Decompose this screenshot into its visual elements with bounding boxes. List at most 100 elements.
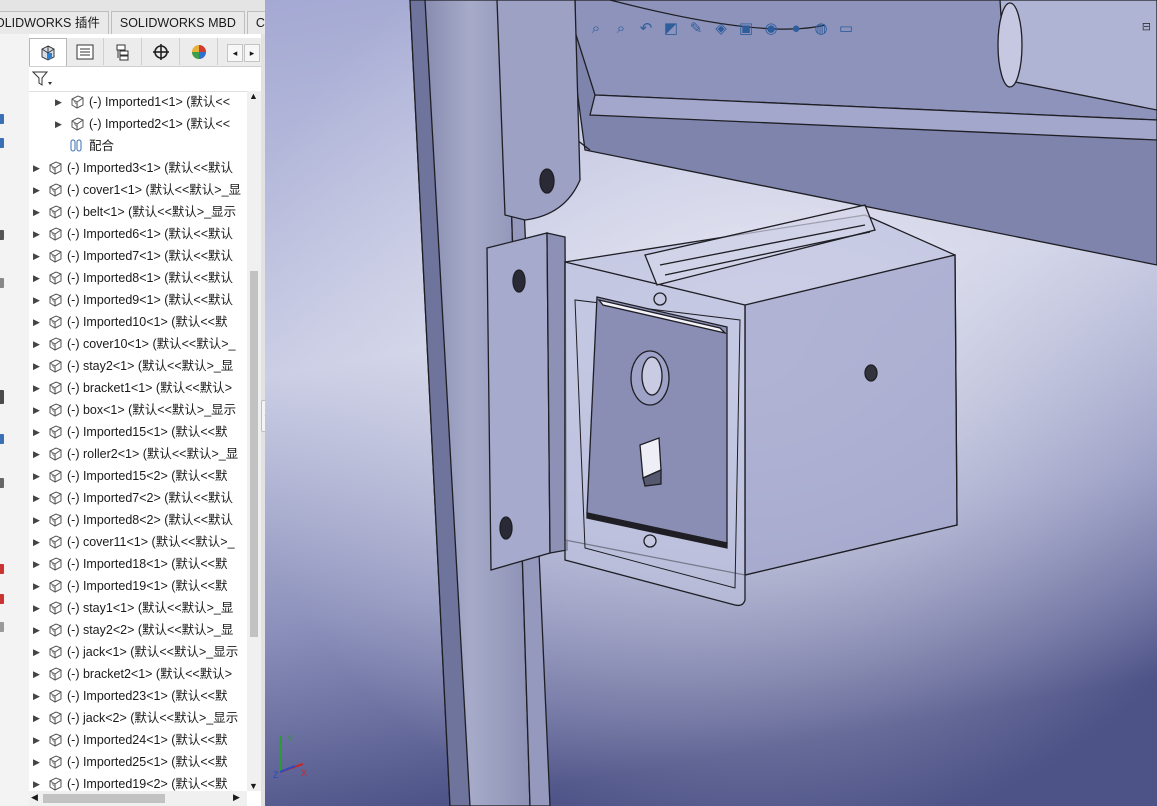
expand-arrow-icon[interactable]: ▶	[33, 575, 40, 597]
expand-arrow-icon[interactable]: ▶	[55, 91, 62, 113]
apply-scene-icon[interactable]: ◍	[810, 17, 832, 39]
expand-arrow-icon[interactable]: ▶	[33, 333, 40, 355]
zoom-to-area-icon[interactable]: ⌕	[610, 17, 632, 39]
tab-scroll-right-icon[interactable]: ▸	[244, 44, 260, 62]
zoom-to-fit-icon[interactable]: ⌕	[585, 17, 607, 39]
task-icon[interactable]	[0, 114, 4, 124]
expand-arrow-icon[interactable]: ▶	[33, 289, 40, 311]
display-style-icon[interactable]: ▣	[735, 17, 757, 39]
tree-item-mates[interactable]: 配合	[29, 135, 249, 157]
edit-appearance-icon[interactable]: ●	[785, 17, 807, 39]
tree-item[interactable]: ▶ (-) box<1> (默认<<默认>_显示	[29, 399, 249, 421]
previous-view-icon[interactable]: ↶	[635, 17, 657, 39]
tree-item[interactable]: ▶ (-) Imported10<1> (默认<<默	[29, 311, 249, 333]
tree-item[interactable]: ▶ (-) stay1<1> (默认<<默认>_显	[29, 597, 249, 619]
tree-item[interactable]: ▶ (-) jack<1> (默认<<默认>_显示	[29, 641, 249, 663]
tree-item[interactable]: ▶ (-) cover11<1> (默认<<默认>_	[29, 531, 249, 553]
tree-item[interactable]: ▶ (-) Imported24<1> (默认<<默	[29, 729, 249, 751]
expand-arrow-icon[interactable]: ▶	[33, 553, 40, 575]
tab-solidworks-mbd[interactable]: SOLIDWORKS MBD	[110, 11, 245, 34]
expand-arrow-icon[interactable]: ▶	[33, 377, 40, 399]
tree-item[interactable]: ▶ (-) belt<1> (默认<<默认>_显示	[29, 201, 249, 223]
tree-item[interactable]: ▶ (-) roller2<1> (默认<<默认>_显	[29, 443, 249, 465]
graphics-area[interactable]: X Y Z ⌕ ⌕ ↶ ◩ ✎ ◈ ▣ ◉ ● ◍ ▭ ⊟	[265, 0, 1157, 806]
tree-item[interactable]: ▶ (-) jack<2> (默认<<默认>_显示	[29, 707, 249, 729]
expand-arrow-icon[interactable]: ▶	[33, 641, 40, 663]
filter-icon[interactable]	[31, 70, 54, 92]
tab-scroll-left-icon[interactable]: ◂	[227, 44, 243, 62]
expand-arrow-icon[interactable]: ▶	[33, 707, 40, 729]
tree-item[interactable]: ▶ (-) Imported19<2> (默认<<默	[29, 773, 249, 791]
configuration-manager-icon[interactable]	[105, 38, 142, 65]
property-manager-icon[interactable]	[67, 38, 104, 65]
section-view-icon[interactable]: ◩	[660, 17, 682, 39]
tab-solidworks-addins[interactable]: OLIDWORKS 插件	[0, 11, 109, 34]
task-icon[interactable]	[0, 138, 4, 148]
task-icon[interactable]	[0, 622, 4, 632]
expand-arrow-icon[interactable]: ▶	[33, 157, 40, 179]
tree-item[interactable]: ▶ (-) Imported18<1> (默认<<默	[29, 553, 249, 575]
dimxpert-icon[interactable]	[143, 38, 180, 65]
tree-item[interactable]: ▶ (-) Imported7<2> (默认<<默认	[29, 487, 249, 509]
scroll-thumb[interactable]	[250, 271, 258, 637]
tree-item[interactable]: ▶ (-) cover1<1> (默认<<默认>_显	[29, 179, 249, 201]
tree-item[interactable]: ▶ (-) cover10<1> (默认<<默认>_	[29, 333, 249, 355]
expand-arrow-icon[interactable]: ▶	[33, 201, 40, 223]
task-icon[interactable]	[0, 434, 4, 444]
expand-arrow-icon[interactable]: ▶	[33, 663, 40, 685]
display-manager-icon[interactable]	[181, 38, 218, 65]
tree-horizontal-scrollbar[interactable]: ◀ ▶	[29, 791, 247, 806]
expand-arrow-icon[interactable]: ▶	[33, 355, 40, 377]
assembly-icon[interactable]	[29, 38, 67, 66]
tree-item[interactable]: ▶ (-) Imported9<1> (默认<<默认	[29, 289, 249, 311]
expand-arrow-icon[interactable]: ▶	[33, 223, 40, 245]
expand-arrow-icon[interactable]: ▶	[33, 509, 40, 531]
task-icon[interactable]	[0, 564, 4, 574]
expand-arrow-icon[interactable]: ▶	[33, 267, 40, 289]
task-icon[interactable]	[0, 390, 4, 404]
tree-item[interactable]: ▶ (-) Imported15<2> (默认<<默	[29, 465, 249, 487]
viewport-corner-icon[interactable]: ⊟	[1142, 20, 1151, 33]
scroll-right-icon[interactable]: ▶	[233, 792, 240, 803]
scroll-left-icon[interactable]: ◀	[31, 792, 38, 803]
task-icon[interactable]	[0, 594, 4, 604]
tree-item[interactable]: ▶ (-) Imported19<1> (默认<<默	[29, 575, 249, 597]
tree-item[interactable]: ▶ (-) Imported8<2> (默认<<默认	[29, 509, 249, 531]
expand-arrow-icon[interactable]: ▶	[33, 443, 40, 465]
expand-arrow-icon[interactable]: ▶	[33, 245, 40, 267]
tree-item[interactable]: ▶ (-) Imported8<1> (默认<<默认	[29, 267, 249, 289]
expand-arrow-icon[interactable]: ▶	[55, 113, 62, 135]
expand-arrow-icon[interactable]: ▶	[33, 311, 40, 333]
expand-arrow-icon[interactable]: ▶	[33, 465, 40, 487]
tree-item[interactable]: ▶ (-) stay2<1> (默认<<默认>_显	[29, 355, 249, 377]
task-icon[interactable]	[0, 478, 4, 488]
tree-item[interactable]: ▶ (-) Imported23<1> (默认<<默	[29, 685, 249, 707]
tree-item[interactable]: ▶ (-) bracket1<1> (默认<<默认>	[29, 377, 249, 399]
dynamic-annotation-icon[interactable]: ✎	[685, 17, 707, 39]
expand-arrow-icon[interactable]: ▶	[33, 179, 40, 201]
scroll-up-icon[interactable]: ▲	[249, 91, 258, 101]
expand-arrow-icon[interactable]: ▶	[33, 487, 40, 509]
expand-arrow-icon[interactable]: ▶	[33, 531, 40, 553]
tree-item[interactable]: ▶ (-) Imported1<1> (默认<<	[29, 91, 249, 113]
switch-plate[interactable]	[586, 292, 728, 549]
expand-arrow-icon[interactable]: ▶	[33, 421, 40, 443]
tree-item[interactable]: ▶ (-) bracket2<1> (默认<<默认>	[29, 663, 249, 685]
expand-arrow-icon[interactable]: ▶	[33, 597, 40, 619]
tree-item[interactable]: ▶ (-) Imported7<1> (默认<<默认	[29, 245, 249, 267]
scroll-thumb[interactable]	[43, 794, 165, 803]
tree-item[interactable]: ▶ (-) Imported2<1> (默认<<	[29, 113, 249, 135]
task-icon[interactable]	[0, 230, 4, 240]
tree-item[interactable]: ▶ (-) Imported6<1> (默认<<默认	[29, 223, 249, 245]
expand-arrow-icon[interactable]: ▶	[33, 399, 40, 421]
tree-item[interactable]: ▶ (-) stay2<2> (默认<<默认>_显	[29, 619, 249, 641]
tree-item[interactable]: ▶ (-) Imported3<1> (默认<<默认	[29, 157, 249, 179]
expand-arrow-icon[interactable]: ▶	[33, 619, 40, 641]
hide-show-items-icon[interactable]: ◉	[760, 17, 782, 39]
mounting-bracket[interactable]	[486, 232, 568, 571]
expand-arrow-icon[interactable]: ▶	[33, 751, 40, 773]
expand-arrow-icon[interactable]: ▶	[33, 685, 40, 707]
view-settings-icon[interactable]: ▭	[835, 17, 857, 39]
view-orientation-icon[interactable]: ◈	[710, 17, 732, 39]
tree-item[interactable]: ▶ (-) Imported15<1> (默认<<默	[29, 421, 249, 443]
